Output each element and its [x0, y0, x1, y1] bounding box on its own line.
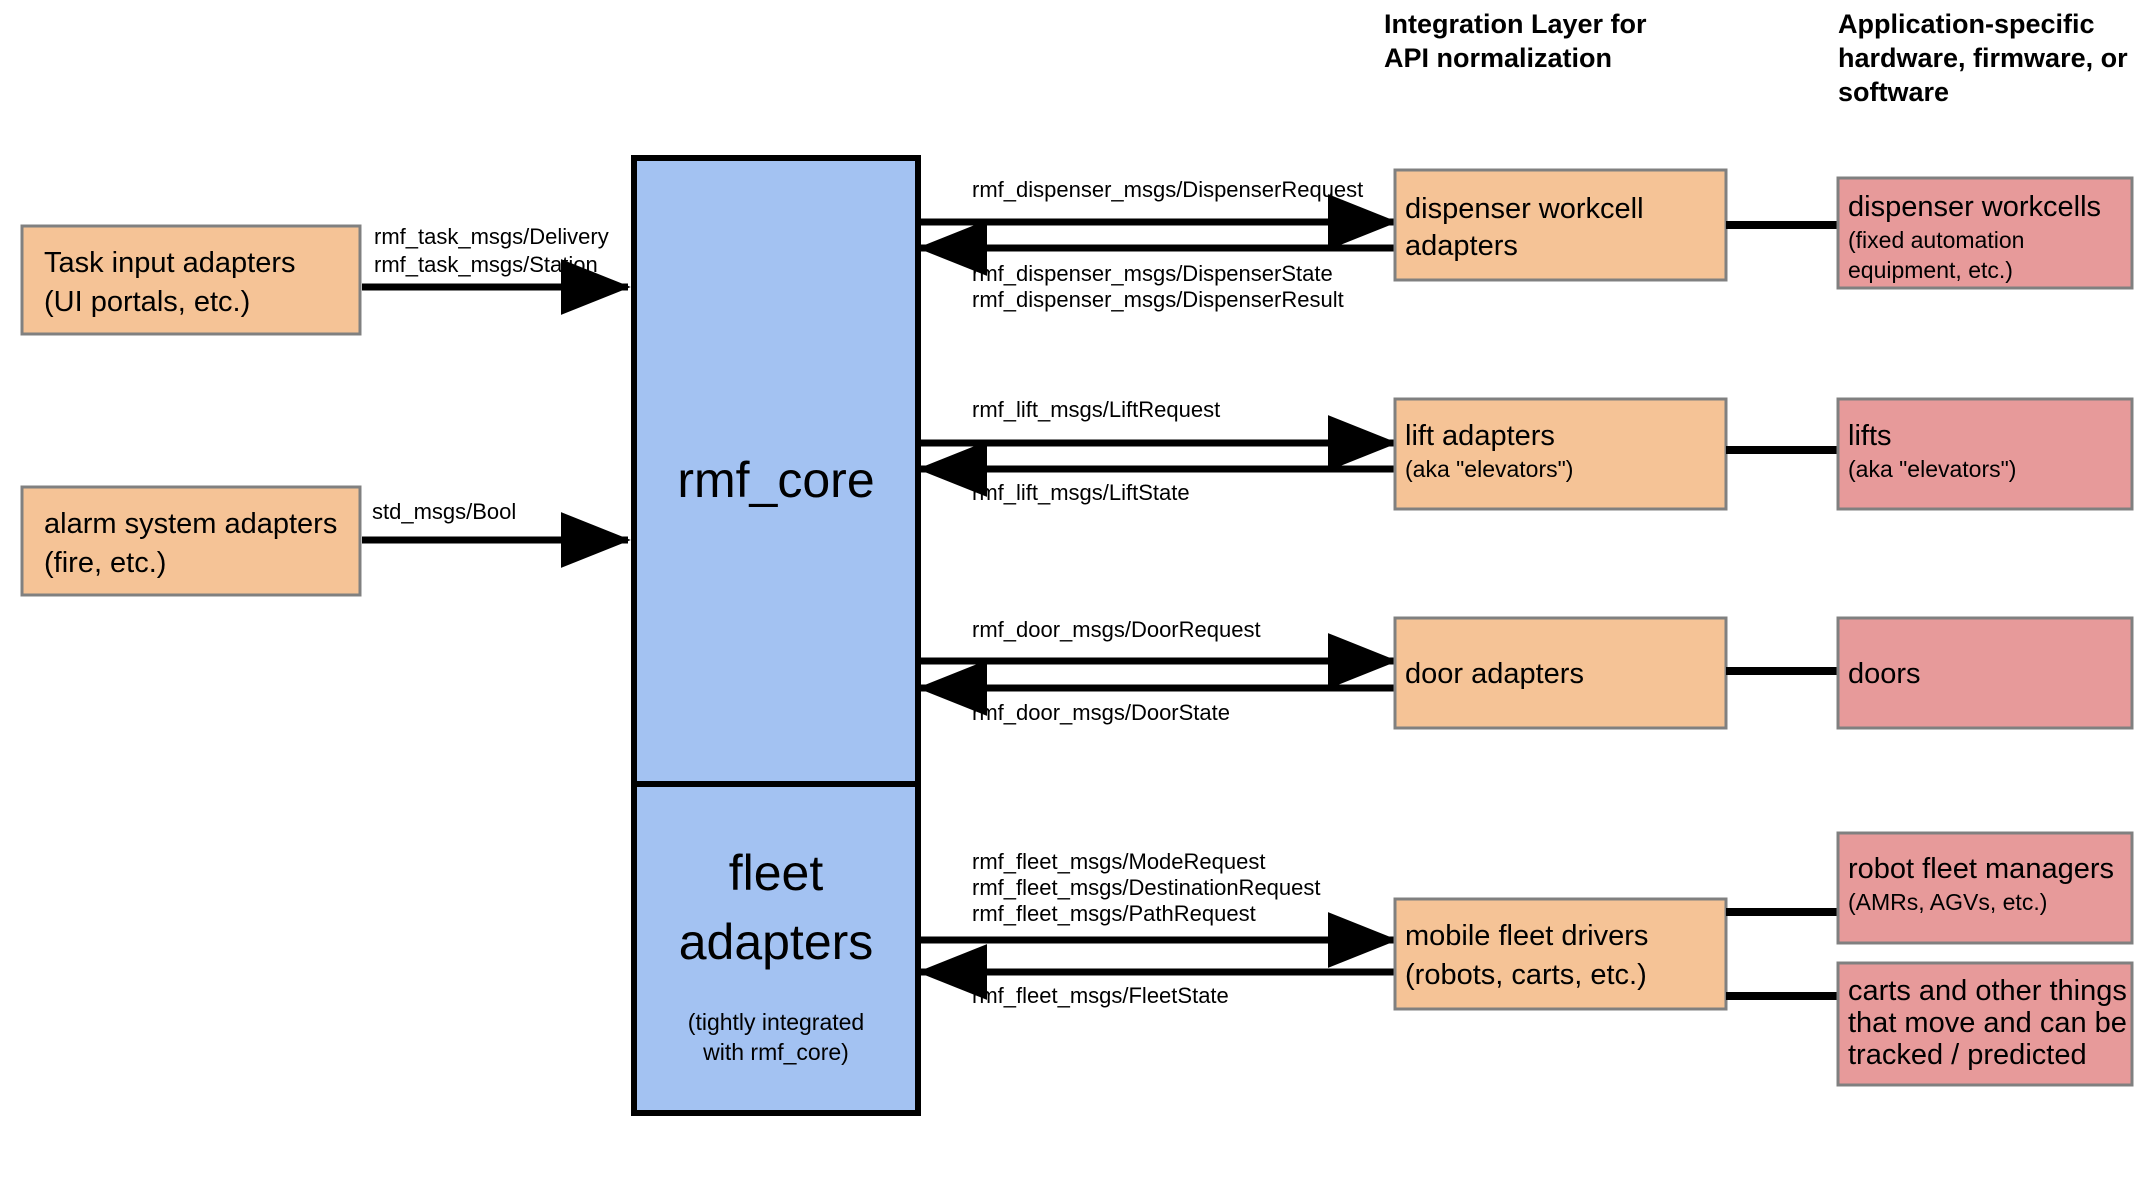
- node-doors[interactable]: doors: [1836, 616, 2134, 730]
- task-input-adapters-subtitle: (UI portals, etc.): [44, 286, 250, 318]
- node-mobile-fleet-drivers[interactable]: mobile fleet drivers (robots, carts, etc…: [1393, 897, 1728, 1011]
- edge-label-lift-request: rmf_lift_msgs/LiftRequest: [972, 397, 1220, 422]
- rmf-core-title: rmf_core: [677, 452, 874, 508]
- edge-label-fleet-path-request: rmf_fleet_msgs/PathRequest: [972, 901, 1256, 926]
- edge-label-dispenser-request: rmf_dispenser_msgs/DispenserRequest: [972, 177, 1363, 202]
- fleet-adapters-subtitle-line2: with rmf_core): [702, 1039, 849, 1065]
- dispenser-workcells-subtitle-line2: equipment, etc.): [1848, 257, 2013, 283]
- lifts-box[interactable]: [1836, 397, 2134, 511]
- robot-fleet-managers-box[interactable]: [1836, 831, 2134, 945]
- edge-task-input-to-core: rmf_task_msgs/Delivery rmf_task_msgs/Sta…: [362, 224, 631, 315]
- robot-fleet-managers-subtitle: (AMRs, AGVs, etc.): [1848, 889, 2047, 915]
- node-rmf-core[interactable]: rmf_core: [631, 155, 921, 787]
- edge-fleet-request: rmf_fleet_msgs/ModeRequest rmf_fleet_msg…: [918, 849, 1398, 968]
- lifts-title: lifts: [1848, 420, 1892, 452]
- edge-dispenser-request: rmf_dispenser_msgs/DispenserRequest: [918, 177, 1398, 250]
- alarm-system-adapters-subtitle: (fire, etc.): [44, 547, 166, 579]
- edge-label-dispenser-state: rmf_dispenser_msgs/DispenserState: [972, 261, 1333, 286]
- node-alarm-system-adapters[interactable]: alarm system adapters (fire, etc.): [20, 485, 362, 597]
- edge-label-door-request: rmf_door_msgs/DoorRequest: [972, 617, 1261, 642]
- carts-title-line1: carts and other things: [1848, 975, 2127, 1007]
- lifts-subtitle: (aka "elevators"): [1848, 456, 2016, 482]
- lift-adapters-subtitle: (aka "elevators"): [1405, 456, 1573, 482]
- lift-adapters-title: lift adapters: [1405, 420, 1555, 452]
- fleet-adapters-title-line2: adapters: [679, 914, 874, 970]
- edge-dispenser-state: rmf_dispenser_msgs/DispenserState rmf_di…: [917, 220, 1395, 312]
- node-robot-fleet-managers[interactable]: robot fleet managers (AMRs, AGVs, etc.): [1836, 831, 2134, 945]
- node-lifts[interactable]: lifts (aka "elevators"): [1836, 397, 2134, 511]
- column-header-integration-line2: API normalization: [1384, 43, 1612, 73]
- edge-label-fleet-mode-request: rmf_fleet_msgs/ModeRequest: [972, 849, 1265, 874]
- carts-title-line3: tracked / predicted: [1848, 1039, 2087, 1071]
- node-lift-adapters[interactable]: lift adapters (aka "elevators"): [1393, 397, 1728, 511]
- edge-label-lift-state: rmf_lift_msgs/LiftState: [972, 480, 1190, 505]
- column-header-application-line1: Application-specific: [1838, 9, 2095, 39]
- dispenser-workcell-adapters-title-line2: adapters: [1405, 230, 1518, 262]
- lift-adapters-box[interactable]: [1393, 397, 1728, 511]
- door-adapters-title: door adapters: [1405, 658, 1584, 690]
- edge-alarm-to-core: std_msgs/Bool: [362, 499, 631, 568]
- mobile-fleet-drivers-title-line2: (robots, carts, etc.): [1405, 959, 1647, 991]
- edge-label-dispenser-result: rmf_dispenser_msgs/DispenserResult: [972, 287, 1344, 312]
- fleet-adapters-subtitle-line1: (tightly integrated: [688, 1009, 864, 1035]
- node-dispenser-workcell-adapters[interactable]: dispenser workcell adapters: [1393, 168, 1728, 282]
- dispenser-workcell-adapters-title: dispenser workcell: [1405, 193, 1644, 225]
- column-header-application-line2: hardware, firmware, or: [1838, 43, 2128, 73]
- edge-label-task-delivery: rmf_task_msgs/Delivery: [374, 224, 609, 249]
- edge-label-fleet-state: rmf_fleet_msgs/FleetState: [972, 983, 1229, 1008]
- edge-label-fleet-destination-request: rmf_fleet_msgs/DestinationRequest: [972, 875, 1321, 900]
- edge-label-task-station: rmf_task_msgs/Station: [374, 252, 598, 277]
- alarm-system-adapters-title: alarm system adapters: [44, 508, 337, 540]
- dispenser-workcells-title: dispenser workcells: [1848, 191, 2101, 223]
- robot-fleet-managers-title: robot fleet managers: [1848, 853, 2114, 885]
- edge-door-state: rmf_door_msgs/DoorState: [917, 660, 1395, 725]
- edge-fleet-state: rmf_fleet_msgs/FleetState: [917, 944, 1395, 1008]
- column-header-integration-line1: Integration Layer for: [1384, 9, 1647, 39]
- column-header-integration: Integration Layer for API normalization: [1384, 9, 1647, 73]
- node-fleet-adapters[interactable]: fleet adapters (tightly integrated with …: [631, 781, 921, 1116]
- node-task-input-adapters[interactable]: Task input adapters (UI portals, etc.): [20, 224, 362, 336]
- column-header-application-line3: software: [1838, 77, 1949, 107]
- dispenser-workcell-adapters-box[interactable]: [1393, 168, 1728, 282]
- column-header-application: Application-specific hardware, firmware,…: [1838, 9, 2128, 107]
- doors-title: doors: [1848, 658, 1921, 690]
- edge-label-std-msgs-bool: std_msgs/Bool: [372, 499, 516, 524]
- edge-lift-request: rmf_lift_msgs/LiftRequest: [918, 397, 1398, 471]
- edge-door-request: rmf_door_msgs/DoorRequest: [918, 617, 1398, 689]
- edge-label-door-state: rmf_door_msgs/DoorState: [972, 700, 1230, 725]
- node-dispenser-workcells[interactable]: dispenser workcells (fixed automation eq…: [1836, 176, 2134, 290]
- node-carts-and-other-things[interactable]: carts and other things that move and can…: [1836, 961, 2134, 1087]
- carts-title-line2: that move and can be: [1848, 1007, 2127, 1039]
- task-input-adapters-title: Task input adapters: [44, 247, 295, 279]
- mobile-fleet-drivers-box[interactable]: [1393, 897, 1728, 1011]
- fleet-adapters-title-line1: fleet: [729, 845, 824, 901]
- architecture-diagram: Integration Layer for API normalization …: [0, 0, 2144, 1186]
- node-door-adapters[interactable]: door adapters: [1393, 616, 1728, 730]
- dispenser-workcells-subtitle-line1: (fixed automation: [1848, 227, 2024, 253]
- edge-lift-state: rmf_lift_msgs/LiftState: [917, 441, 1395, 505]
- mobile-fleet-drivers-title: mobile fleet drivers: [1405, 920, 1648, 952]
